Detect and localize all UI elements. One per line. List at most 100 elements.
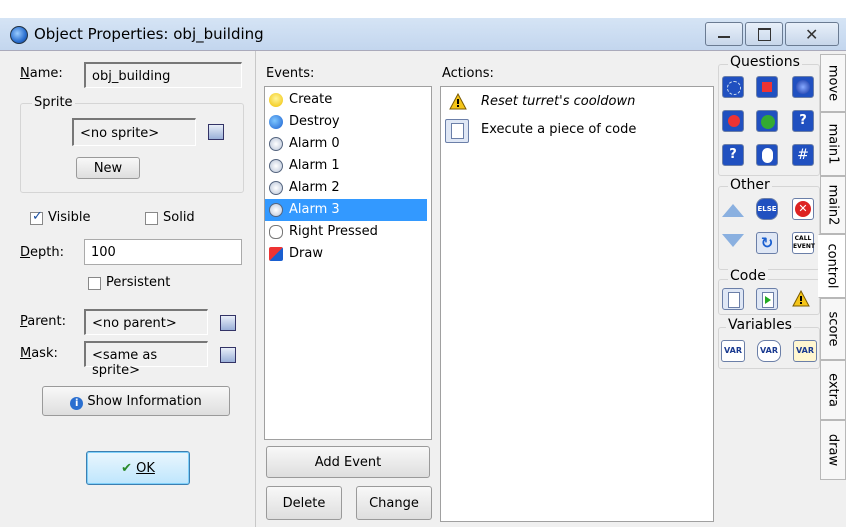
mouse-icon	[269, 225, 283, 239]
code-label: Code	[728, 268, 768, 284]
ok-label: OK	[136, 461, 155, 476]
delete-button[interactable]: Delete	[266, 486, 342, 520]
new-sprite-button[interactable]: New	[76, 157, 140, 179]
questions-label: Questions	[728, 54, 802, 70]
sprite-menu-icon[interactable]	[208, 124, 224, 140]
name-field[interactable]: obj_building	[84, 62, 242, 88]
test-expression-icon[interactable]: ?	[722, 144, 744, 166]
app-icon	[10, 26, 28, 44]
parent-label: Parent:	[20, 314, 67, 329]
check-empty-icon[interactable]	[722, 76, 744, 98]
clock-icon	[269, 159, 283, 173]
test-chance-icon[interactable]	[756, 110, 778, 132]
event-item[interactable]: Alarm 0	[265, 133, 427, 155]
event-label: Alarm 2	[289, 180, 340, 195]
end-block-icon[interactable]	[722, 234, 744, 247]
depth-label: Depth:	[20, 245, 64, 260]
actions-list: Reset turret's cooldown Execute a piece …	[440, 86, 714, 522]
visible-checkbox[interactable]: ✓	[30, 209, 43, 225]
check-grid-icon[interactable]: #	[792, 144, 814, 166]
visible-label: Visible	[48, 210, 91, 225]
check-collision-icon[interactable]	[756, 76, 778, 98]
code-icon	[445, 119, 469, 143]
event-label: Destroy	[289, 114, 340, 129]
ok-button[interactable]: ✔ OK	[86, 451, 190, 485]
event-item[interactable]: Create	[265, 89, 427, 111]
add-event-button[interactable]: Add Event	[266, 446, 430, 478]
minimize-button[interactable]	[705, 22, 743, 46]
clock-icon	[269, 203, 283, 217]
mask-field[interactable]: <same as sprite>	[84, 341, 208, 378]
set-variable-icon[interactable]: VAR	[721, 340, 745, 362]
solid-checkbox[interactable]	[145, 212, 158, 225]
maximize-button[interactable]	[745, 22, 783, 46]
test-variable-icon[interactable]: VAR	[757, 340, 781, 362]
window-title: Object Properties: obj_building	[34, 25, 264, 43]
event-label: Alarm 0	[289, 136, 340, 151]
event-item[interactable]: Destroy	[265, 111, 427, 133]
tab-main1[interactable]: main1	[820, 112, 846, 176]
parent-field[interactable]: <no parent>	[84, 309, 208, 335]
event-item[interactable]: Alarm 2	[265, 177, 427, 199]
variables-label: Variables	[726, 317, 794, 333]
close-button[interactable]: ✕	[785, 22, 839, 46]
tab-control[interactable]: control	[818, 234, 846, 298]
persistent-checkbox[interactable]	[88, 277, 101, 290]
tab-score[interactable]: score	[820, 298, 846, 360]
comment-warning-icon[interactable]	[792, 289, 810, 308]
action-item-label[interactable]: Execute a piece of code	[481, 122, 636, 137]
exit-event-icon[interactable]: ✕	[792, 198, 814, 220]
event-item[interactable]: Alarm 3	[265, 199, 427, 221]
actions-header: Actions:	[442, 66, 494, 81]
draw-variable-icon[interactable]: VAR	[793, 340, 817, 362]
clock-icon	[269, 137, 283, 151]
show-information-button[interactable]: i Show Information	[42, 386, 230, 416]
test-instance-count-icon[interactable]	[722, 110, 744, 132]
call-event-icon[interactable]: CALL EVENT	[792, 232, 815, 254]
destroy-icon	[269, 115, 283, 129]
tab-extra[interactable]: extra	[820, 360, 846, 420]
event-label: Draw	[289, 246, 323, 261]
persistent-label: Persistent	[106, 275, 171, 290]
check-question-icon[interactable]: ?	[792, 110, 814, 132]
event-label: Right Pressed	[289, 224, 378, 239]
solid-label: Solid	[163, 210, 195, 225]
parent-menu-icon[interactable]	[220, 315, 236, 331]
event-label: Alarm 3	[289, 202, 340, 217]
draw-icon	[269, 247, 283, 261]
event-label: Create	[289, 92, 333, 107]
execute-script-icon[interactable]	[756, 288, 778, 310]
divider	[255, 51, 256, 527]
change-button[interactable]: Change	[356, 486, 432, 520]
info-icon: i	[70, 397, 84, 410]
tab-draw[interactable]: draw	[820, 420, 846, 480]
start-block-icon[interactable]	[722, 204, 744, 217]
events-header: Events:	[266, 66, 315, 81]
show-information-label: Show Information	[87, 394, 202, 409]
mask-label: Mask:	[20, 346, 58, 361]
repeat-icon[interactable]: ↻	[756, 232, 778, 254]
event-item[interactable]: Alarm 1	[265, 155, 427, 177]
clock-icon	[269, 181, 283, 195]
sprite-field[interactable]: <no sprite>	[72, 118, 196, 146]
events-list: Create Destroy Alarm 0 Alarm 1 Alarm 2 Alarm …	[264, 86, 432, 440]
tab-main2[interactable]: main2	[820, 176, 846, 234]
name-label: Name:	[20, 66, 63, 81]
tab-move[interactable]: move	[820, 54, 846, 112]
event-label: Alarm 1	[289, 158, 340, 173]
event-item[interactable]: Draw	[265, 243, 427, 265]
check-mouse-icon[interactable]	[756, 144, 778, 166]
maximize-icon	[758, 28, 771, 41]
mask-menu-icon[interactable]	[220, 347, 236, 363]
depth-input[interactable]: 100	[84, 239, 242, 265]
sprite-group	[20, 103, 244, 193]
else-icon[interactable]: ELSE	[756, 198, 778, 220]
event-item[interactable]: Right Pressed	[265, 221, 427, 243]
sprite-group-label: Sprite	[32, 95, 75, 110]
minimize-icon	[718, 36, 730, 38]
check-object-icon[interactable]	[792, 76, 814, 98]
close-icon: ✕	[805, 25, 819, 44]
execute-code-icon[interactable]	[722, 288, 744, 310]
warning-icon	[449, 92, 467, 111]
action-item-label[interactable]: Reset turret's cooldown	[481, 94, 635, 109]
